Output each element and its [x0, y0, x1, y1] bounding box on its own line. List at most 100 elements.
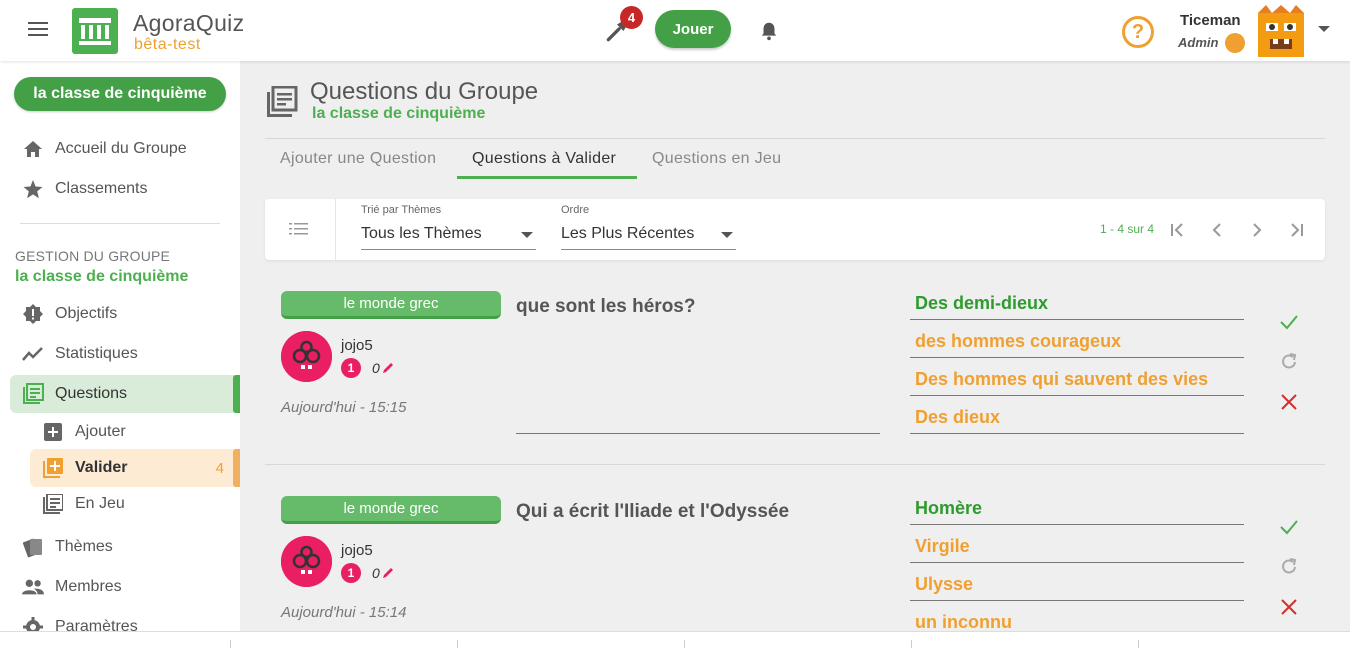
sidebar-item-objectives[interactable]: Objectifs [10, 295, 240, 333]
user-role: Admin [1178, 35, 1219, 50]
sidebar-item-themes[interactable]: Thèmes [10, 528, 240, 566]
user-menu-caret-icon[interactable] [1318, 26, 1330, 32]
sidebar-item-label: Ajouter [75, 423, 126, 440]
question-count: 0 [372, 565, 380, 581]
sidebar-item-label: Objectifs [55, 305, 118, 322]
sidebar-subitem-validate[interactable]: Valider 4 [30, 449, 240, 487]
play-button[interactable]: Jouer [655, 10, 731, 48]
library-add-icon [42, 457, 64, 479]
group-button[interactable]: la classe de cinquième [14, 77, 226, 111]
validate-count: 4 [215, 459, 224, 477]
list-icon[interactable] [289, 221, 311, 239]
first-page-icon[interactable] [1165, 218, 1189, 242]
sidebar-item-statistics[interactable]: Statistiques [10, 335, 240, 373]
section-title: GESTION DU GROUPE [15, 248, 171, 264]
divider [265, 464, 1325, 465]
section-subtitle: la classe de cinquième [15, 268, 189, 285]
question-text[interactable]: Qui a écrit l'Iliade et l'Odyssée [516, 501, 789, 523]
app-subtitle: bêta-test [134, 36, 201, 53]
notification-count-badge: 4 [620, 6, 643, 29]
sidebar-item-home[interactable]: Accueil du Groupe [10, 130, 240, 168]
question-date: Aujourd'hui - 15:14 [281, 604, 407, 621]
level-badge: 1 [341, 563, 361, 583]
last-page-icon[interactable] [1285, 218, 1309, 242]
close-icon[interactable] [1278, 391, 1300, 413]
sidebar-item-label: Accueil du Groupe [55, 140, 187, 157]
pencil-icon [383, 363, 393, 373]
user-avatar[interactable] [1256, 5, 1306, 57]
answer-underline [910, 433, 1244, 434]
graduation-cap-icon [1225, 33, 1245, 53]
sidebar-item-label: Questions [55, 385, 128, 402]
answer-wrong[interactable]: des hommes courageux [915, 331, 1121, 352]
answer-wrong[interactable]: Ulysse [915, 574, 973, 595]
select-underline [561, 249, 736, 250]
avatar[interactable] [281, 536, 332, 587]
question-underline [516, 433, 880, 434]
divider [265, 138, 1325, 139]
answer-underline [910, 319, 1244, 320]
menu-icon[interactable] [28, 22, 48, 38]
answer-correct[interactable]: Des demi-dieux [915, 293, 1048, 314]
order-select-label: Ordre [561, 204, 590, 216]
refresh-icon[interactable] [1278, 556, 1300, 578]
divider [335, 199, 336, 260]
help-icon[interactable]: ? [1122, 16, 1154, 48]
sidebar: la classe de cinquième Accueil du Groupe… [0, 61, 240, 648]
answer-underline [910, 357, 1244, 358]
sidebar-item-label: Statistiques [55, 345, 138, 362]
sidebar-item-label: Valider [75, 459, 128, 476]
level-badge: 1 [341, 358, 361, 378]
sidebar-item-members[interactable]: Membres [10, 568, 240, 606]
author-name: jojo5 [341, 337, 373, 354]
sidebar-item-label: Classements [55, 180, 148, 197]
question-count: 0 [372, 360, 380, 376]
sidebar-item-rankings[interactable]: Classements [10, 170, 240, 208]
sidebar-item-questions[interactable]: Questions [10, 375, 240, 413]
bell-icon[interactable] [758, 20, 780, 42]
answer-correct[interactable]: Homère [915, 498, 982, 519]
sidebar-subitem-in-game[interactable]: En Jeu [30, 485, 240, 523]
pagination-info: 1 - 4 sur 4 [1100, 222, 1155, 236]
answer-wrong[interactable]: Des dieux [915, 407, 1000, 428]
divider [20, 223, 220, 224]
badge-icon [22, 303, 44, 325]
app-name: AgoraQuiz [133, 10, 245, 36]
chevron-down-icon[interactable] [521, 232, 533, 238]
answer-wrong[interactable]: Des hommes qui sauvent des vies [915, 369, 1208, 390]
answer-wrong[interactable]: un inconnu [915, 612, 1012, 633]
close-icon[interactable] [1278, 596, 1300, 618]
pencil-icon [383, 568, 393, 578]
filter-bar: Trié par Thèmes Tous les Thèmes Ordre Le… [265, 199, 1325, 260]
sidebar-subitem-add[interactable]: Ajouter [30, 413, 240, 451]
tab-add-question[interactable]: Ajouter une Question [280, 150, 436, 168]
divider [457, 640, 458, 648]
avatar[interactable] [281, 331, 332, 382]
tab-questions-to-validate[interactable]: Questions à Valider [472, 150, 616, 168]
chevron-left-icon[interactable] [1205, 218, 1229, 242]
question-text[interactable]: que sont les héros? [516, 296, 695, 318]
check-icon[interactable] [1278, 516, 1300, 538]
people-icon [22, 576, 44, 598]
theme-chip[interactable]: le monde grec [281, 291, 501, 319]
sidebar-item-label: En Jeu [75, 495, 125, 512]
divider [1138, 640, 1139, 648]
chart-line-icon [22, 343, 44, 365]
temple-icon [79, 18, 111, 45]
answer-underline [910, 524, 1244, 525]
chevron-down-icon[interactable] [721, 232, 733, 238]
tab-questions-in-game[interactable]: Questions en Jeu [652, 150, 781, 168]
cards-icon [22, 536, 44, 558]
chevron-right-icon[interactable] [1245, 218, 1269, 242]
theme-chip[interactable]: le monde grec [281, 496, 501, 524]
sort-select[interactable]: Tous les Thèmes [361, 225, 482, 243]
answer-wrong[interactable]: Virgile [915, 536, 970, 557]
logo[interactable] [72, 8, 118, 54]
sort-select-label: Trié par Thèmes [361, 204, 442, 216]
answer-underline [910, 395, 1244, 396]
question-date: Aujourd'hui - 15:15 [281, 399, 407, 416]
sidebar-item-label: Membres [55, 578, 122, 595]
order-select[interactable]: Les Plus Récentes [561, 225, 694, 243]
check-icon[interactable] [1278, 311, 1300, 333]
refresh-icon[interactable] [1278, 351, 1300, 373]
